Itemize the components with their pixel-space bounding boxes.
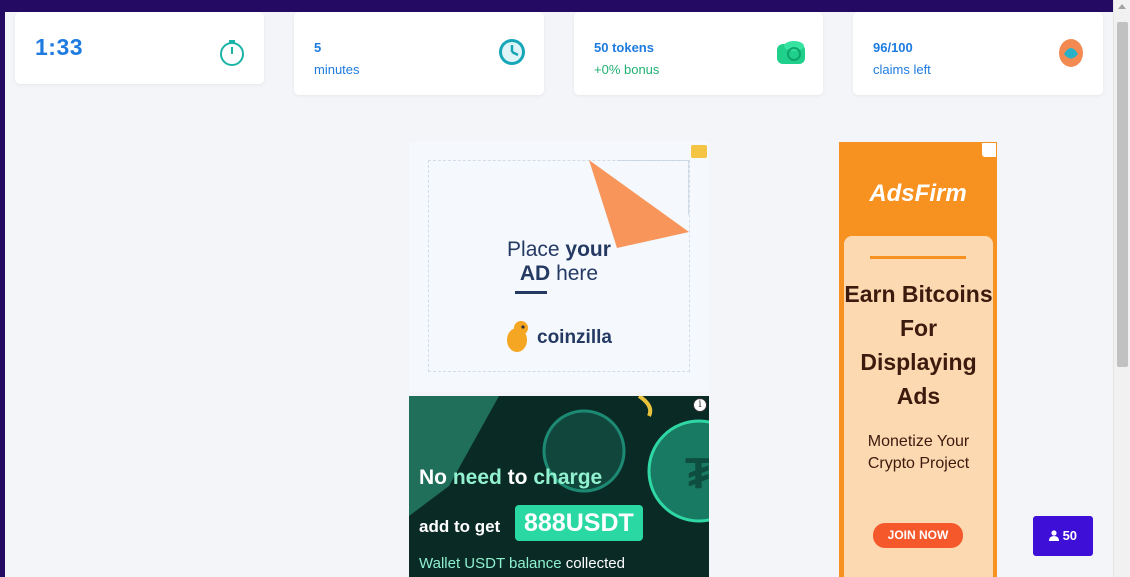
paper-corner-graphic	[589, 160, 689, 248]
claims-value: 96/100	[873, 40, 913, 55]
usdt-headline: No need to charge	[419, 466, 603, 489]
clock-icon	[499, 39, 525, 65]
user-icon	[1048, 530, 1059, 541]
claims-card: 96/100 claims left	[853, 12, 1103, 95]
reward-bonus: +0% bonus	[594, 62, 660, 77]
coinzilla-logo-text: coinzilla	[537, 327, 612, 348]
adsfirm-logo: AdsFirm	[869, 180, 967, 207]
page-scrollbar[interactable]	[1113, 0, 1130, 577]
scrollbar-thumb[interactable]	[1117, 22, 1128, 367]
ad-info-icon[interactable]: i	[693, 398, 707, 412]
svg-text:₮: ₮	[685, 449, 709, 498]
countdown-timer: 1:33	[35, 34, 84, 60]
place-your-ad-text: Place your AD here	[507, 238, 611, 285]
ad-text-underline	[515, 291, 547, 294]
adsfirm-headline: Earn Bitcoins For Displaying Ads	[844, 281, 993, 409]
timer-card: 1:33	[15, 12, 264, 84]
left-edge-strip	[0, 0, 5, 577]
adsfirm-subline: Monetize Your Crypto Project	[867, 433, 970, 472]
coinzilla-dino-icon	[507, 321, 528, 352]
duration-card: 5 minutes	[294, 12, 544, 95]
reward-card: 50 tokens +0% bonus	[574, 12, 823, 95]
duration-unit: minutes	[314, 62, 360, 77]
egg-icon	[1059, 39, 1083, 67]
coin-stack-icon	[777, 41, 805, 64]
claims-label: claims left	[873, 62, 931, 77]
coinzilla-ad-banner[interactable]: Place your AD here coinzilla	[409, 142, 709, 392]
usdt-amount-pill: 888USDT	[515, 505, 643, 541]
adchoices-icon[interactable]	[691, 145, 707, 158]
reward-value: 50 tokens	[594, 40, 654, 55]
duration-value: 5	[314, 40, 322, 55]
online-users-count: 50	[1062, 528, 1078, 543]
join-now-button[interactable]: JOIN NOW	[873, 523, 963, 548]
adsfirm-panel: Earn Bitcoins For Displaying Ads Monetiz…	[844, 236, 993, 577]
usdt-wallet-text: Wallet USDT balance collected	[419, 555, 625, 572]
stopwatch-icon	[220, 40, 244, 66]
scroll-up-arrow-icon[interactable]	[1118, 4, 1126, 9]
online-users-button[interactable]: 50	[1033, 516, 1093, 556]
adsfirm-corner-icon[interactable]	[982, 143, 996, 157]
top-bar	[0, 0, 1113, 12]
adsfirm-ad-banner[interactable]: AdsFirm Earn Bitcoins For Displaying Ads…	[839, 142, 997, 577]
usdt-add-to-get: add to get	[419, 517, 501, 536]
usdt-ad-banner[interactable]: ₮ No need to charge add to get 888USDT W…	[409, 396, 709, 577]
adsfirm-rule	[870, 256, 966, 259]
